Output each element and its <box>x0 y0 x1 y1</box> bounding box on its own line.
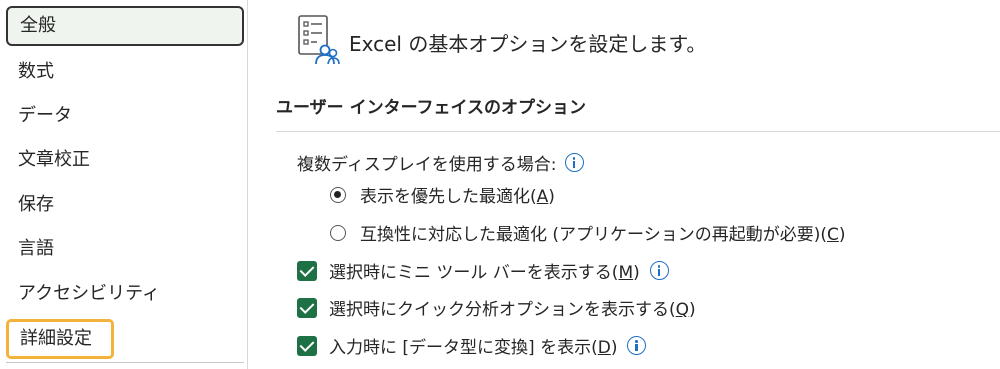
radio-button[interactable] <box>330 186 346 203</box>
checkbox-checked[interactable] <box>297 260 317 281</box>
checkbox-convert-data-type[interactable]: 入力時に [データ型に変換] を表示(D) <box>297 333 647 358</box>
section-divider <box>276 131 1000 132</box>
checkbox-checked[interactable] <box>297 335 317 356</box>
sidebar-item-formulas[interactable]: 数式 <box>6 52 244 92</box>
checkbox-mini-toolbar[interactable]: 選択時にミニ ツール バーを表示する(M) <box>297 258 669 283</box>
radio-optimize-compatibility[interactable]: 互換性に対応した最適化 (アプリケーションの再起動が必要)(C) <box>330 220 845 245</box>
sidebar-item-data[interactable]: データ <box>6 96 244 136</box>
sidebar-item-general[interactable]: 全般 <box>6 6 244 46</box>
info-icon[interactable] <box>649 261 669 280</box>
sidebar-item-accessibility[interactable]: アクセシビリティ <box>6 274 244 314</box>
radio-label: 表示を優先した最適化(A) <box>360 187 555 207</box>
options-main-panel: Excel の基本オプションを設定します。 ユーザー インターフェイスのオプショ… <box>249 0 1000 369</box>
multi-display-label-text: 複数ディスプレイを使用する場合: <box>297 155 557 175</box>
info-icon[interactable] <box>627 336 647 355</box>
sidebar-item-save[interactable]: 保存 <box>6 185 244 225</box>
checkbox-label: 選択時にクイック分析オプションを表示する(Q) <box>329 300 696 320</box>
checkbox-label: 入力時に [データ型に変換] を表示(D) <box>329 338 618 358</box>
radio-optimize-appearance[interactable]: 表示を優先した最適化(A) <box>330 182 555 207</box>
radio-label: 互換性に対応した最適化 (アプリケーションの再起動が必要)(C) <box>360 225 846 245</box>
checkbox-label: 選択時にミニ ツール バーを表示する(M) <box>329 263 640 283</box>
section-title: ユーザー インターフェイスのオプション <box>276 98 587 118</box>
options-sidebar: 全般 数式 データ 文章校正 保存 言語 アクセシビリティ 詳細設定 <box>0 0 248 369</box>
page-title: Excel の基本オプションを設定します。 <box>349 32 707 56</box>
settings-person-icon <box>298 15 340 65</box>
checkbox-quick-analysis[interactable]: 選択時にクイック分析オプションを表示する(Q) <box>297 295 696 320</box>
radio-button[interactable] <box>330 224 346 241</box>
sidebar-divider <box>6 362 244 363</box>
sidebar-item-language[interactable]: 言語 <box>6 229 244 269</box>
multi-display-label: 複数ディスプレイを使用する場合: <box>297 150 584 175</box>
checkbox-checked[interactable] <box>297 297 317 318</box>
info-icon[interactable] <box>564 153 584 172</box>
sidebar-item-advanced[interactable]: 詳細設定 <box>6 319 114 359</box>
sidebar-item-proofing[interactable]: 文章校正 <box>6 140 244 180</box>
